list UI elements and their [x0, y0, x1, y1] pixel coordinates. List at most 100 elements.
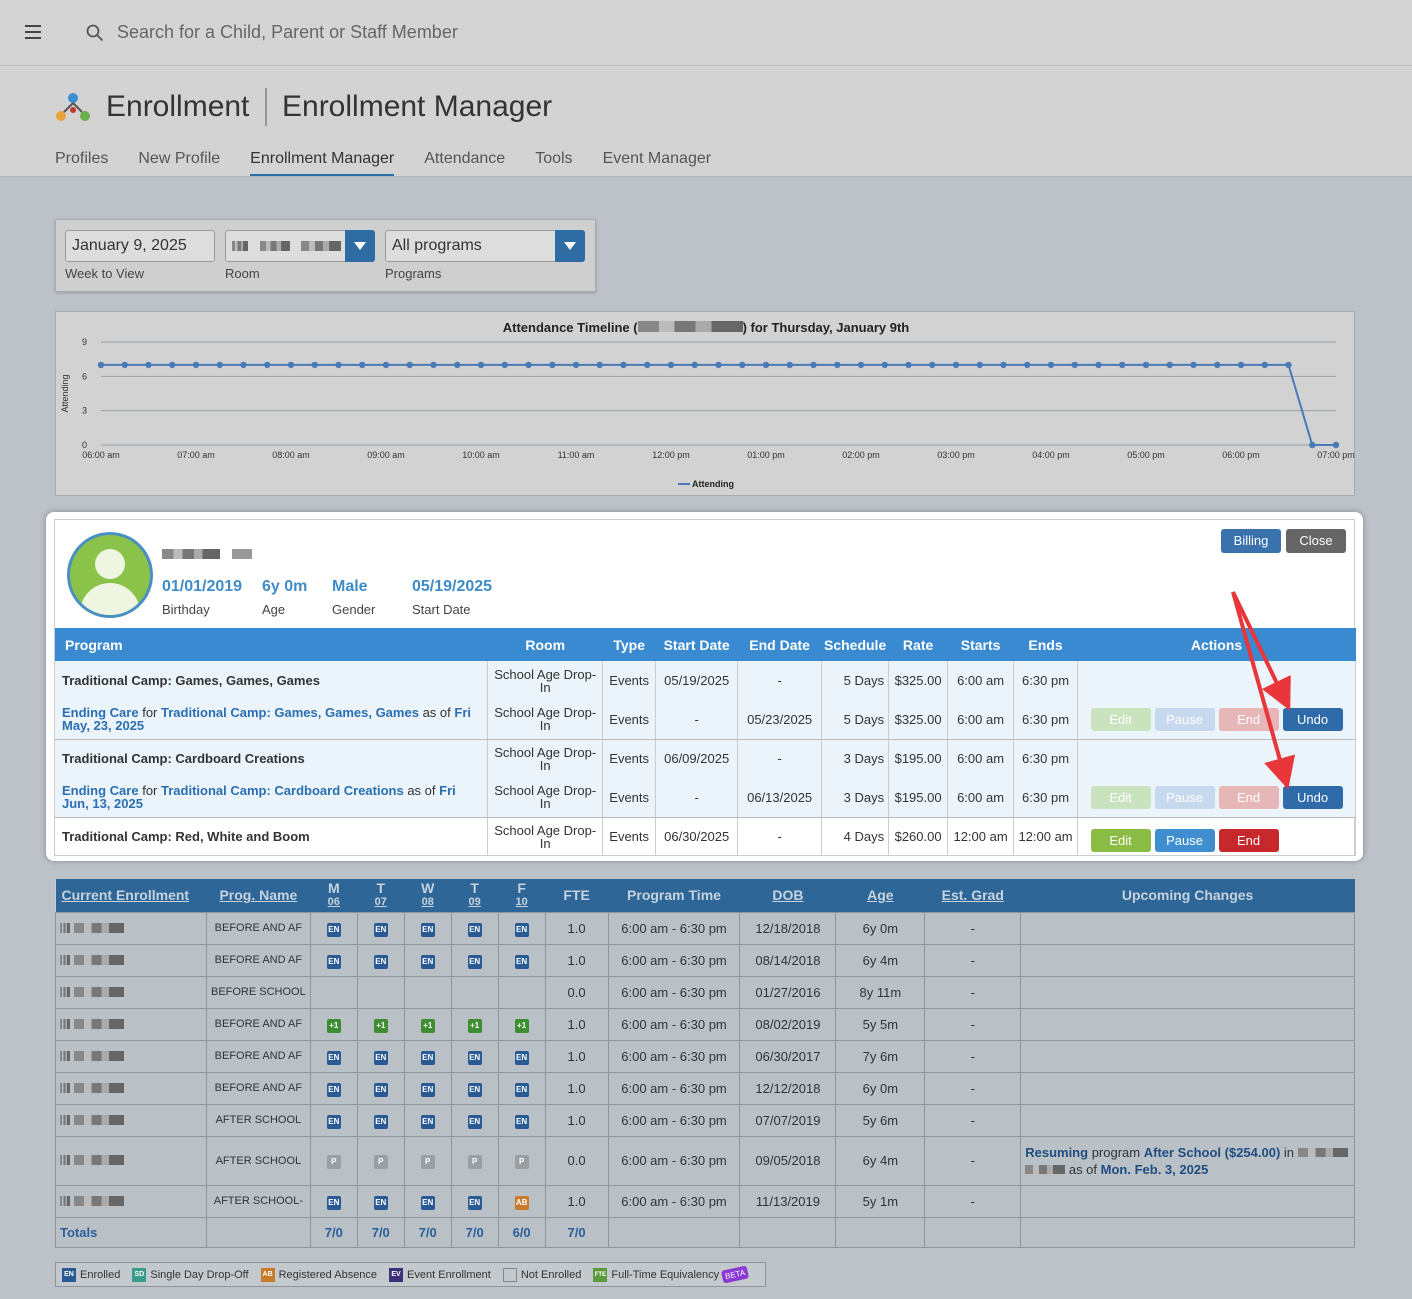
menu-icon[interactable]	[25, 25, 41, 39]
day-cell[interactable]: EN	[403, 1184, 452, 1218]
tab-event-manager[interactable]: Event Manager	[603, 150, 712, 176]
chevron-down-icon[interactable]	[555, 230, 585, 262]
end-button[interactable]: End	[1218, 707, 1279, 731]
tab-new-profile[interactable]: New Profile	[138, 150, 220, 176]
day-cell[interactable]: EN	[450, 1071, 499, 1105]
day-cell[interactable]: EN	[497, 911, 546, 945]
day-cell[interactable]: EN	[356, 1071, 405, 1105]
day-cell[interactable]: AB	[497, 1184, 546, 1218]
child-name[interactable]	[55, 1135, 207, 1186]
day-cell[interactable]: EN	[450, 1184, 499, 1218]
day-cell[interactable]: EN	[309, 1039, 358, 1073]
tab-profiles[interactable]: Profiles	[55, 150, 108, 176]
day-cell[interactable]: +1	[403, 1007, 452, 1041]
col-age[interactable]: Age	[835, 879, 925, 912]
edit-button[interactable]: Edit	[1090, 707, 1151, 731]
day-cell[interactable]: EN	[450, 1039, 499, 1073]
day-cell[interactable]: EN	[356, 1039, 405, 1073]
tab-enrollment-manager[interactable]: Enrollment Manager	[250, 150, 395, 176]
table-row[interactable]: AFTER SCHOOL P P P P P 0.0 6:00 am - 6:30 pm 09/…	[55, 1135, 1355, 1186]
day-cell[interactable]: EN	[403, 1039, 452, 1073]
day-cell[interactable]: EN	[450, 911, 499, 945]
col-tue[interactable]: T 07	[357, 879, 405, 912]
table-row[interactable]: BEFORE AND AF +1 +1 +1 +1 +1 1.0 6:00 am - 6:30…	[55, 1007, 1355, 1041]
day-cell[interactable]: EN	[356, 1184, 405, 1218]
day-cell[interactable]: EN	[450, 1103, 499, 1137]
child-name[interactable]	[55, 943, 207, 977]
col-est-grad[interactable]: Est. Grad	[924, 879, 1021, 912]
day-cell[interactable]: EN	[309, 1184, 358, 1218]
child-name[interactable]	[55, 1039, 207, 1073]
table-row[interactable]: BEFORE SCHOOL 0.0 6:00 am - 6:30 pm 01/27/2…	[55, 975, 1355, 1009]
day-cell[interactable]: EN	[356, 943, 405, 977]
child-name[interactable]	[55, 1103, 207, 1137]
col-wed[interactable]: W 08	[404, 879, 452, 912]
day-cell[interactable]	[403, 975, 452, 1009]
day-cell[interactable]: EN	[403, 1103, 452, 1137]
col-thu[interactable]: T 09	[451, 879, 499, 912]
day-cell[interactable]: EN	[497, 1039, 546, 1073]
day-cell[interactable]: EN	[403, 911, 452, 945]
day-cell[interactable]: EN	[356, 911, 405, 945]
chevron-down-icon[interactable]	[345, 230, 375, 262]
day-cell[interactable]: EN	[497, 1071, 546, 1105]
col-dob[interactable]: DOB	[739, 879, 836, 912]
day-cell[interactable]	[497, 975, 546, 1009]
day-cell[interactable]: P	[403, 1135, 452, 1186]
day-cell[interactable]: EN	[403, 1071, 452, 1105]
undo-button[interactable]: Undo	[1282, 785, 1343, 809]
table-row[interactable]: BEFORE AND AF EN EN EN EN EN 1.0 6:00 am - 6:30…	[55, 943, 1355, 977]
close-button[interactable]: Close	[1286, 529, 1346, 553]
day-cell[interactable]: EN	[309, 1071, 358, 1105]
child-name[interactable]	[55, 1184, 207, 1218]
room-select[interactable]	[225, 230, 375, 262]
tab-attendance[interactable]: Attendance	[424, 150, 505, 176]
pause-button[interactable]: Pause	[1154, 707, 1215, 731]
end-button[interactable]: End	[1218, 828, 1279, 852]
day-cell[interactable]: EN	[309, 943, 358, 977]
undo-button[interactable]: Undo	[1282, 707, 1343, 731]
day-cell[interactable]: EN	[403, 943, 452, 977]
day-cell[interactable]	[356, 975, 405, 1009]
child-name[interactable]	[55, 1007, 207, 1041]
day-cell[interactable]: EN	[497, 943, 546, 977]
day-cell[interactable]: P	[497, 1135, 546, 1186]
table-row[interactable]: BEFORE AND AF EN EN EN EN EN 1.0 6:00 am - 6:30…	[55, 1039, 1355, 1073]
week-date-field[interactable]: January 9, 2025	[65, 230, 215, 262]
programs-select[interactable]: All programs	[385, 230, 585, 262]
pause-button[interactable]: Pause	[1154, 828, 1215, 852]
table-row[interactable]: AFTER SCHOOL EN EN EN EN EN 1.0 6:00 am - 6:30 …	[55, 1103, 1355, 1137]
day-cell[interactable]: +1	[309, 1007, 358, 1041]
day-cell[interactable]: EN	[450, 943, 499, 977]
table-row[interactable]: BEFORE AND AF EN EN EN EN EN 1.0 6:00 am - 6:30…	[55, 1071, 1355, 1105]
day-cell[interactable]: P	[309, 1135, 358, 1186]
day-cell[interactable]: EN	[356, 1103, 405, 1137]
col-current-enrollment[interactable]: Current Enrollment	[55, 879, 207, 912]
day-cell[interactable]	[450, 975, 499, 1009]
day-cell[interactable]: P	[356, 1135, 405, 1186]
billing-button[interactable]: Billing	[1221, 529, 1281, 553]
col-prog-name[interactable]: Prog. Name	[206, 879, 311, 912]
day-cell[interactable]	[309, 975, 358, 1009]
day-cell[interactable]: +1	[497, 1007, 546, 1041]
day-cell[interactable]: EN	[497, 1103, 546, 1137]
day-cell[interactable]: EN	[309, 1103, 358, 1137]
edit-button[interactable]: Edit	[1090, 828, 1151, 852]
col-fri[interactable]: F 10	[498, 879, 546, 912]
redacted-room	[232, 241, 248, 251]
table-row[interactable]: BEFORE AND AF EN EN EN EN EN 1.0 6:00 am - 6:30…	[55, 911, 1355, 945]
tab-tools[interactable]: Tools	[535, 150, 572, 176]
child-name[interactable]	[55, 1071, 207, 1105]
end-button[interactable]: End	[1218, 785, 1279, 809]
child-name[interactable]	[55, 911, 207, 945]
day-cell[interactable]: +1	[356, 1007, 405, 1041]
child-name[interactable]	[55, 975, 207, 1009]
col-mon[interactable]: M 06	[310, 879, 358, 912]
table-row[interactable]: AFTER SCHOOL- EN EN EN EN AB 1.0 6:00 am - 6:30…	[55, 1184, 1355, 1218]
pause-button[interactable]: Pause	[1154, 785, 1215, 809]
day-cell[interactable]: +1	[450, 1007, 499, 1041]
day-cell[interactable]: EN	[309, 911, 358, 945]
search-input[interactable]: Search for a Child, Parent or Staff Memb…	[117, 22, 458, 43]
day-cell[interactable]: P	[450, 1135, 499, 1186]
edit-button[interactable]: Edit	[1090, 785, 1151, 809]
